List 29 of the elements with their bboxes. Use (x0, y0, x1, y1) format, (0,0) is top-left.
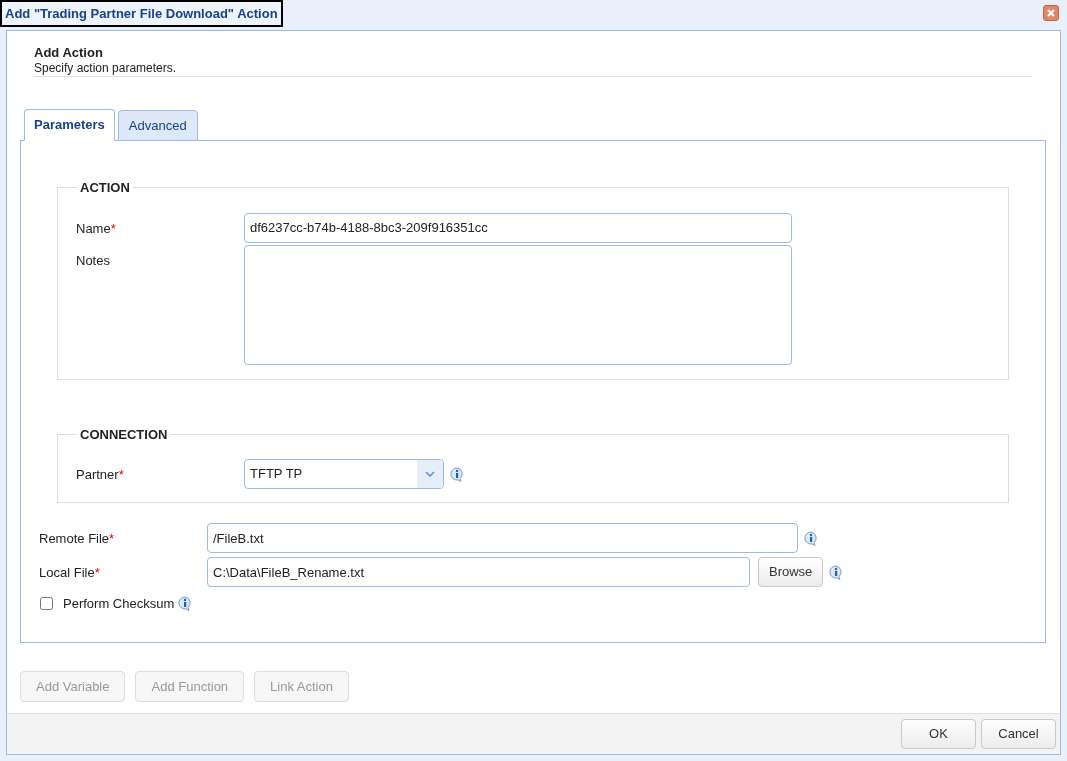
checkbox-label: Perform Checksum (63, 595, 175, 613)
header-title: Add Action (34, 45, 104, 61)
field-label: Partner* (76, 466, 125, 484)
field-label: Local File* (39, 564, 101, 582)
dialog-button[interactable]: OK (901, 719, 976, 749)
close-button[interactable] (1043, 5, 1059, 21)
info-icon[interactable] (804, 530, 819, 546)
field-label: Remote File* (39, 530, 116, 548)
tab[interactable]: Parameters (24, 109, 115, 141)
info-icon[interactable] (178, 596, 194, 612)
section-legend: CONNECTION (77, 424, 171, 444)
partner-dropdown[interactable]: TFTP TP (244, 459, 444, 489)
tab[interactable]: Advanced (117, 110, 198, 141)
window-title: Add "Trading Partner File Download" Action (0, 0, 283, 27)
checkbox[interactable] (40, 597, 53, 611)
text-field[interactable]: C:\Data\FileB_Rename.txt (207, 557, 750, 587)
chevron-down-icon (425, 471, 435, 477)
text-field[interactable]: df6237cc-b74b-4188-8bc3-209f916351cc (244, 212, 792, 243)
notes-field[interactable] (244, 244, 792, 365)
field-label: Notes (76, 251, 111, 270)
field-label: Name* (76, 219, 117, 238)
browse-button[interactable]: Browse (758, 557, 824, 587)
info-icon[interactable] (450, 466, 465, 482)
dialog-button[interactable]: Cancel (981, 719, 1056, 749)
header-subtitle: Specify action parameters. (34, 61, 1032, 77)
info-icon[interactable] (829, 564, 845, 580)
section-legend: ACTION (77, 178, 133, 198)
text-field[interactable]: /FileB.txt (207, 523, 798, 553)
close-icon (1046, 8, 1056, 18)
